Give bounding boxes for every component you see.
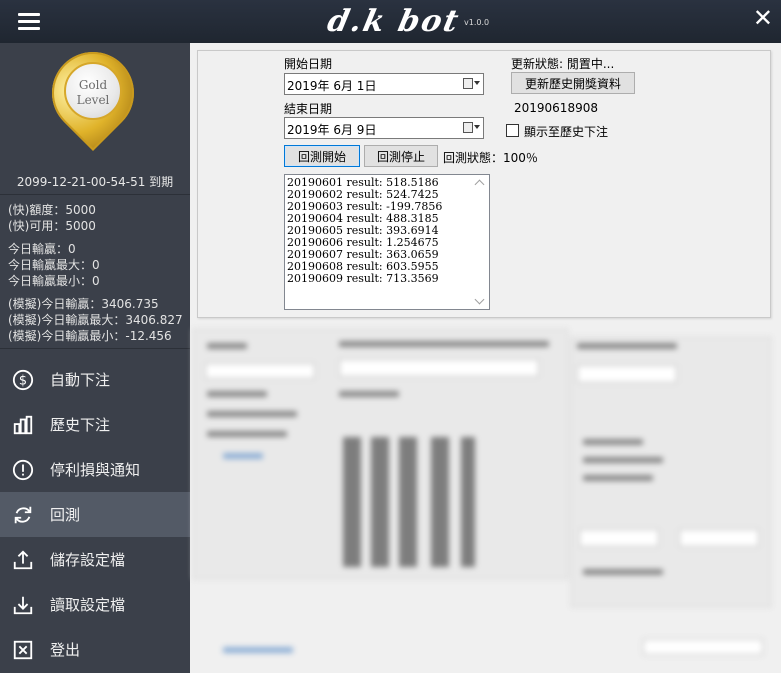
exclamation-circle-icon (12, 459, 34, 481)
backtest-start-button[interactable]: 回測開始 (284, 145, 360, 167)
blurred-line (207, 411, 297, 417)
sidebar-item-label: 儲存設定檔 (50, 551, 126, 569)
update-status: 更新狀態: 閒置中... (511, 57, 615, 71)
app-logo: d.k bot (324, 4, 464, 39)
badge-line1: Gold (78, 78, 108, 92)
refresh-icon (12, 504, 34, 526)
sidebar-item-label: 讀取設定檔 (50, 596, 126, 614)
sidebar-item-auto-bet[interactable]: $ 自動下注 (0, 357, 190, 402)
blurred-field (679, 529, 759, 547)
blurred-line (339, 341, 549, 347)
today-stats: 今日輸贏：0 今日輸贏最大：0 今日輸贏最小：0 (8, 241, 100, 289)
blurred-line (207, 431, 287, 437)
blurred-line (577, 343, 677, 349)
sim-today-line: (模擬)今日輸贏：3406.735 (8, 297, 159, 311)
blurred-field (643, 639, 763, 655)
gold-level-badge: Gold Level (35, 35, 151, 151)
results-scrollbar[interactable] (472, 175, 489, 309)
sim-today-min-line: (模擬)今日輸贏最小：-12.456 (8, 329, 172, 343)
start-date-picker[interactable]: 2019年 6月 1日 (284, 73, 484, 95)
today-line: 今日輸贏：0 (8, 242, 76, 256)
blurred-field (339, 359, 539, 377)
sidebar-item-label: 自動下注 (50, 371, 111, 389)
backtest-stop-button[interactable]: 回測停止 (364, 145, 438, 167)
blurred-line (207, 343, 247, 349)
update-history-button[interactable]: 更新歷史開獎資料 (511, 72, 635, 94)
backtest-panel: 開始日期 2019年 6月 1日 結束日期 2019年 6月 9日 回測開始 回… (197, 50, 771, 318)
blurred-bar (343, 437, 361, 567)
scroll-up-icon[interactable] (474, 179, 485, 190)
download-icon (12, 594, 34, 616)
show-history-label: 顯示至歷史下注 (524, 125, 609, 139)
sidebar-item-label: 歷史下注 (50, 416, 111, 434)
sidebar-item-history-bet[interactable]: 歷史下注 (0, 402, 190, 447)
sidebar-divider (0, 194, 190, 195)
svg-text:$: $ (19, 373, 27, 388)
end-date-picker[interactable]: 2019年 6月 9日 (284, 117, 484, 139)
title-bar: d.k bot v1.0.0 ✕ (0, 0, 781, 43)
blurred-line (583, 475, 653, 481)
sidebar-item-label: 停利損與通知 (50, 461, 141, 479)
sim-today-max-line: (模擬)今日輸贏最大：3406.827 (8, 313, 183, 327)
upload-icon (12, 549, 34, 571)
blurred-line (583, 439, 643, 445)
blurred-bar (461, 437, 475, 567)
blurred-field (579, 529, 659, 547)
badge-line2: Level (76, 93, 110, 107)
blurred-link (223, 453, 263, 459)
quota-stats: (快)額度：5000 (快)可用：5000 (8, 202, 96, 234)
calendar-dropdown-icon[interactable] (463, 78, 480, 90)
end-date-value: 2019年 6月 9日 (287, 123, 377, 137)
sidebar-item-save-config[interactable]: 儲存設定檔 (0, 537, 190, 582)
sidebar-item-label: 登出 (50, 641, 81, 659)
available-line: (快)可用：5000 (8, 219, 96, 233)
today-min-line: 今日輸贏最小：0 (8, 274, 100, 288)
expire-date: 2099-12-21-00-54-51 到期 (16, 175, 174, 189)
start-date-label: 開始日期 (284, 57, 333, 71)
results-list[interactable]: 20190601 result: 518.5186 20190602 resul… (284, 174, 490, 310)
sim-stats: (模擬)今日輸贏：3406.735 (模擬)今日輸贏最大：3406.827 (模… (8, 296, 183, 344)
blurred-line (583, 569, 663, 575)
blurred-line (339, 391, 399, 397)
quota-line: (快)額度：5000 (8, 203, 96, 217)
sidebar-item-backtest[interactable]: 回測 (0, 492, 190, 537)
sidebar: Gold Level 2099-12-21-00-54-51 到期 (快)額度：… (0, 35, 190, 673)
backtest-status: 回測狀態：100％ (443, 151, 538, 165)
blurred-bar (399, 437, 417, 567)
sidebar-item-load-config[interactable]: 讀取設定檔 (0, 582, 190, 627)
blurred-settings-area (193, 329, 779, 673)
blurred-field (205, 363, 315, 379)
blurred-bar (431, 437, 449, 567)
blurred-link (223, 647, 293, 653)
scroll-down-icon[interactable] (474, 294, 485, 305)
menu-icon[interactable] (18, 13, 40, 31)
show-history-checkbox[interactable] (506, 124, 519, 137)
blurred-bar (371, 437, 389, 567)
blurred-line (207, 391, 267, 397)
update-id: 20190618908 (514, 101, 598, 115)
today-max-line: 今日輸贏最大：0 (8, 258, 100, 272)
dollar-circle-icon: $ (12, 369, 34, 391)
sidebar-nav: $ 自動下注 歷史下注 停利損與通知 回測 儲存設定檔 讀取設定檔 登出 (0, 357, 190, 672)
sidebar-divider (0, 348, 190, 349)
sidebar-item-logout[interactable]: 登出 (0, 627, 190, 672)
app-version: v1.0.0 (464, 18, 490, 27)
result-line: 20190609 result: 713.3569 (287, 272, 439, 285)
end-date-label: 結束日期 (284, 102, 333, 116)
main-content: 開始日期 2019年 6月 1日 結束日期 2019年 6月 9日 回測開始 回… (190, 43, 781, 673)
blurred-line (583, 457, 663, 463)
calendar-dropdown-icon[interactable] (463, 122, 480, 134)
close-box-icon (12, 639, 34, 661)
bar-chart-icon (12, 414, 34, 436)
sidebar-item-stop-notify[interactable]: 停利損與通知 (0, 447, 190, 492)
blurred-field (577, 365, 677, 383)
close-icon[interactable]: ✕ (753, 4, 773, 32)
sidebar-item-label: 回測 (50, 506, 81, 524)
badge-text: Gold Level (64, 78, 122, 108)
start-date-value: 2019年 6月 1日 (287, 79, 377, 93)
